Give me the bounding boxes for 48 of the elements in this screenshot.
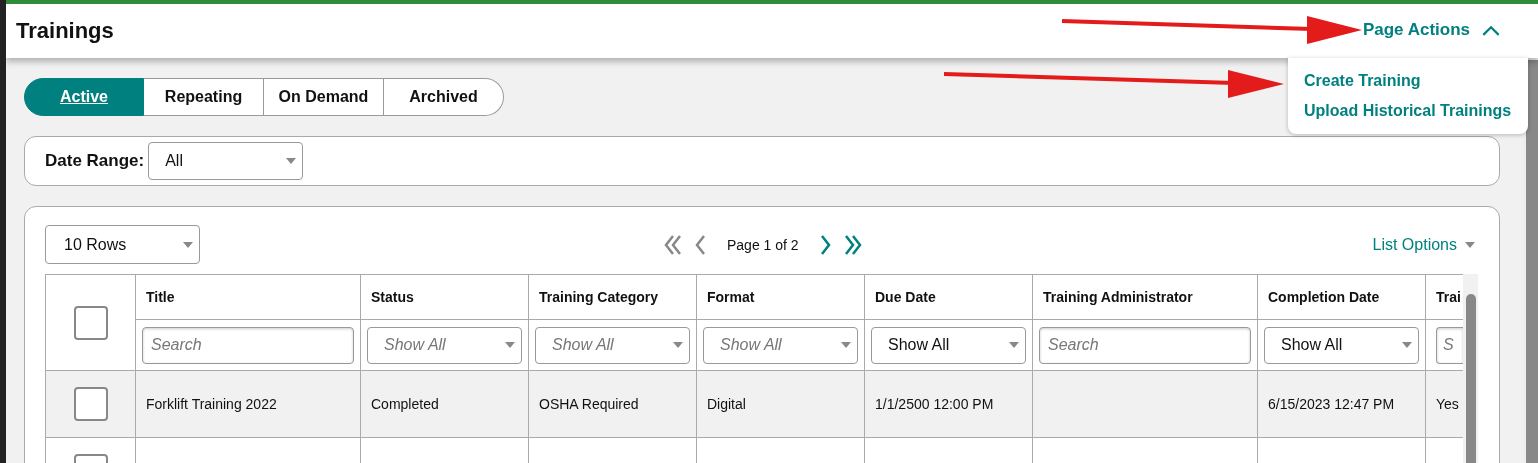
- column-header[interactable]: Completion Date: [1257, 274, 1426, 320]
- date-range-label: Date Range:: [45, 151, 145, 171]
- table-cell: OSHA Required: [539, 396, 639, 412]
- tab[interactable]: On Demand: [264, 78, 384, 116]
- scrollbar[interactable]: [1462, 274, 1478, 463]
- column-header[interactable]: Status: [360, 274, 529, 320]
- rows-select[interactable]: 10 Rows: [45, 225, 200, 264]
- tab[interactable]: Archived: [384, 78, 504, 116]
- table-cell: Digital: [707, 396, 746, 412]
- menu-item[interactable]: Create Training: [1304, 72, 1421, 90]
- table-cell: Yes: [1436, 396, 1459, 412]
- page-actions-button[interactable]: Page Actions: [1362, 20, 1500, 40]
- search-field[interactable]: Search: [1039, 326, 1251, 364]
- table-cell: 6/15/2023 12:47 PM: [1268, 396, 1395, 412]
- caret-icon: [841, 342, 851, 348]
- filter-select[interactable]: Show All: [367, 326, 522, 364]
- caret-icon: [505, 342, 515, 348]
- filter-select[interactable]: Show All: [535, 326, 690, 364]
- page-indicator: Page 1 of 2: [727, 236, 799, 253]
- column-header[interactable]: Training Category: [528, 274, 697, 320]
- date-range-select[interactable]: All: [148, 142, 304, 180]
- caret-icon: [1402, 342, 1412, 348]
- row-checkbox[interactable]: [73, 387, 108, 421]
- search-field[interactable]: S: [1436, 326, 1463, 364]
- table-cell: Forklift Training 2022: [146, 396, 277, 412]
- filter-select[interactable]: Show All: [703, 326, 858, 364]
- column-header[interactable]: Due Date: [864, 274, 1033, 320]
- column-header[interactable]: Training Administrator: [1032, 274, 1258, 320]
- select-all-checkbox[interactable]: [73, 305, 108, 340]
- tab[interactable]: Repeating: [144, 78, 264, 116]
- table-cell: Completed: [371, 396, 439, 412]
- table-cell: 1/1/2500 12:00 PM: [875, 396, 994, 412]
- column-header[interactable]: Trai: [1425, 274, 1463, 320]
- page-scrollbar[interactable]: [1523, 60, 1538, 463]
- search-field[interactable]: Search: [142, 326, 354, 364]
- menu-item[interactable]: Upload Historical Trainings: [1304, 102, 1512, 120]
- column-header[interactable]: Format: [696, 274, 865, 320]
- caret-icon: [286, 158, 297, 164]
- page-title: Trainings: [16, 18, 114, 44]
- column-header[interactable]: Title: [135, 274, 361, 320]
- caret-icon: [673, 342, 683, 348]
- tab[interactable]: Active: [24, 78, 144, 116]
- list-options-link[interactable]: List Options: [1372, 235, 1475, 254]
- caret-icon: [1009, 342, 1019, 348]
- filter-select[interactable]: Show All: [1264, 326, 1419, 364]
- filter-select[interactable]: Show All: [871, 326, 1026, 364]
- caret-icon: [1465, 241, 1475, 248]
- caret-icon: [183, 241, 193, 248]
